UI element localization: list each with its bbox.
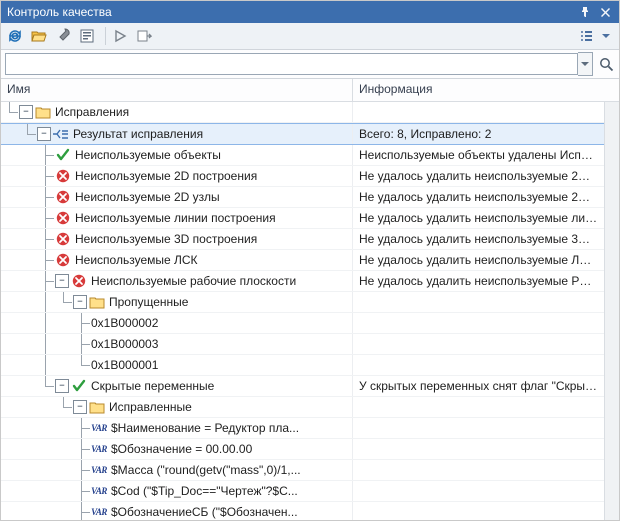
tree-item-label: Исправления xyxy=(55,105,129,119)
apply-icon[interactable] xyxy=(134,26,154,46)
titlebar: Контроль качества xyxy=(1,1,619,23)
tree-row[interactable]: − Пропущенные xyxy=(1,292,604,313)
tree-item-label: 0x1B000003 xyxy=(91,337,158,351)
folder-icon xyxy=(89,294,105,310)
error-icon xyxy=(71,273,87,289)
check-icon xyxy=(71,378,87,394)
result-icon xyxy=(53,126,69,142)
tree-item-info: Не удалось удалить неиспользуемые лин... xyxy=(353,211,604,225)
tree-item-info: Не удалось удалить неиспользуемые 2D у..… xyxy=(353,190,604,204)
open-folder-icon[interactable] xyxy=(29,26,49,46)
tree-row[interactable]: 0x1B000002 xyxy=(1,313,604,334)
refresh-icon[interactable] xyxy=(5,26,25,46)
check-icon xyxy=(55,147,71,163)
tree-row[interactable]: VAR $Масса ("round(getv("mass",0)/1,... xyxy=(1,460,604,481)
tree-item-info: Не удалось удалить неиспользуемые 2D п..… xyxy=(353,169,604,183)
var-icon: VAR xyxy=(91,483,107,499)
tree-item-label: Неиспользуемые ЛСК xyxy=(75,253,198,267)
tree-row[interactable]: VAR $ОбозначениеСБ ("$Обозначен... xyxy=(1,502,604,520)
separator-icon xyxy=(105,27,106,45)
tree-item-info: Не удалось удалить неиспользуемые РП ... xyxy=(353,274,604,288)
var-icon: VAR xyxy=(91,441,107,457)
tree-body[interactable]: −Исправления−Результат исправленияВсего:… xyxy=(1,102,604,520)
error-icon xyxy=(55,189,71,205)
tree-item-info: У скрытых переменных снят флаг "Скрыт... xyxy=(353,379,604,393)
tree-item-label: Неиспользуемые 2D построения xyxy=(75,169,257,183)
tree-item-label: 0x1B000001 xyxy=(91,358,158,372)
chevron-down-icon[interactable] xyxy=(601,26,611,46)
wrench-icon[interactable] xyxy=(53,26,73,46)
error-icon xyxy=(55,252,71,268)
error-icon xyxy=(55,168,71,184)
list-mode-icon[interactable] xyxy=(577,26,597,46)
column-header-name[interactable]: Имя xyxy=(1,79,353,101)
tree-item-info: Неиспользуемые объекты удалены Испра... xyxy=(353,148,604,162)
error-icon xyxy=(55,231,71,247)
tree-item-label: 0x1B000002 xyxy=(91,316,158,330)
tree-item-label: Скрытые переменные xyxy=(91,379,214,393)
folder-icon xyxy=(89,399,105,415)
tree-row[interactable]: 0x1B000003 xyxy=(1,334,604,355)
tree-item-info: Всего: 8, Исправлено: 2 xyxy=(353,127,604,141)
tree-row[interactable]: Неиспользуемые ЛСК Не удалось удалить неи… xyxy=(1,250,604,271)
filter-dropdown-icon[interactable] xyxy=(578,52,593,76)
run-icon[interactable] xyxy=(110,26,130,46)
tree-row[interactable]: Неиспользуемые 2D узлы Не удалось удалить… xyxy=(1,187,604,208)
tree-row[interactable]: VAR $Cod ("$Tip_Doc=="Чертеж"?$C... xyxy=(1,481,604,502)
pin-icon[interactable] xyxy=(577,4,593,20)
var-icon: VAR xyxy=(91,462,107,478)
tree-item-label: Неиспользуемые 3D построения xyxy=(75,232,257,246)
expander-icon[interactable]: − xyxy=(73,400,87,414)
expander-icon[interactable]: − xyxy=(73,295,87,309)
panel-title: Контроль качества xyxy=(7,5,573,19)
tree-item-label: Неиспользуемые объекты xyxy=(75,148,221,162)
tree-row[interactable]: Неиспользуемые 2D построения Не удалось у… xyxy=(1,166,604,187)
tree-item-label: $Cod ("$Tip_Doc=="Чертеж"?$C... xyxy=(111,484,298,498)
tree-row[interactable]: − Результат исправления Всего: 8, Исправле… xyxy=(1,123,604,145)
tree-row[interactable]: − Неиспользуемые рабочие плоскости Не удал… xyxy=(1,271,604,292)
tree-item-label: Результат исправления xyxy=(73,127,203,141)
tree-row[interactable]: Неиспользуемые линии построения Не удалос… xyxy=(1,208,604,229)
tree-item-label: Исправленные xyxy=(109,400,192,414)
tree-row[interactable]: − Исправленные xyxy=(1,397,604,418)
grid-header: Имя Информация xyxy=(1,79,619,102)
tree-item-label: Неиспользуемые линии построения xyxy=(75,211,276,225)
tree-item-label: Неиспользуемые рабочие плоскости xyxy=(91,274,296,288)
quality-control-panel: Контроль качества xyxy=(0,0,620,521)
tree-row[interactable]: VAR $Наименование = Редуктор пла... xyxy=(1,418,604,439)
tree-row[interactable]: VAR $Обозначение = 00.00.00 xyxy=(1,439,604,460)
expander-icon[interactable]: − xyxy=(55,274,69,288)
expander-icon[interactable]: − xyxy=(55,379,69,393)
toolbar xyxy=(1,23,619,50)
filter-input[interactable] xyxy=(5,53,578,75)
var-icon: VAR xyxy=(91,420,107,436)
tree-item-info: Не удалось удалить неиспользуемые ЛСК ..… xyxy=(353,253,604,267)
tree-row[interactable]: 0x1B000001 xyxy=(1,355,604,376)
tree-item-label: $ОбозначениеСБ ("$Обозначен... xyxy=(111,505,298,519)
tree-item-info: Не удалось удалить неиспользуемые 3D п..… xyxy=(353,232,604,246)
tree-row[interactable]: − Скрытые переменные У скрытых переменных … xyxy=(1,376,604,397)
properties-icon[interactable] xyxy=(77,26,97,46)
folder-icon xyxy=(35,104,51,120)
search-icon[interactable] xyxy=(597,55,615,73)
tree-item-label: $Обозначение = 00.00.00 xyxy=(111,442,252,456)
tree-item-label: $Наименование = Редуктор пла... xyxy=(111,421,299,435)
expander-icon[interactable]: − xyxy=(19,105,33,119)
tree-row[interactable]: Неиспользуемые объекты Неиспользуемые объ… xyxy=(1,145,604,166)
var-icon: VAR xyxy=(91,504,107,520)
scrollbar[interactable] xyxy=(604,102,619,520)
close-icon[interactable] xyxy=(597,4,613,20)
tree-item-label: Пропущенные xyxy=(109,295,188,309)
expander-icon[interactable]: − xyxy=(37,127,51,141)
tree-row[interactable]: Неиспользуемые 3D построения Не удалось у… xyxy=(1,229,604,250)
filter-bar xyxy=(1,50,619,79)
error-icon xyxy=(55,210,71,226)
column-header-info[interactable]: Информация xyxy=(353,79,619,101)
tree-item-label: Неиспользуемые 2D узлы xyxy=(75,190,220,204)
tree-row[interactable]: − Исправления xyxy=(1,102,604,123)
tree-item-label: $Масса ("round(getv("mass",0)/1,... xyxy=(111,463,301,477)
